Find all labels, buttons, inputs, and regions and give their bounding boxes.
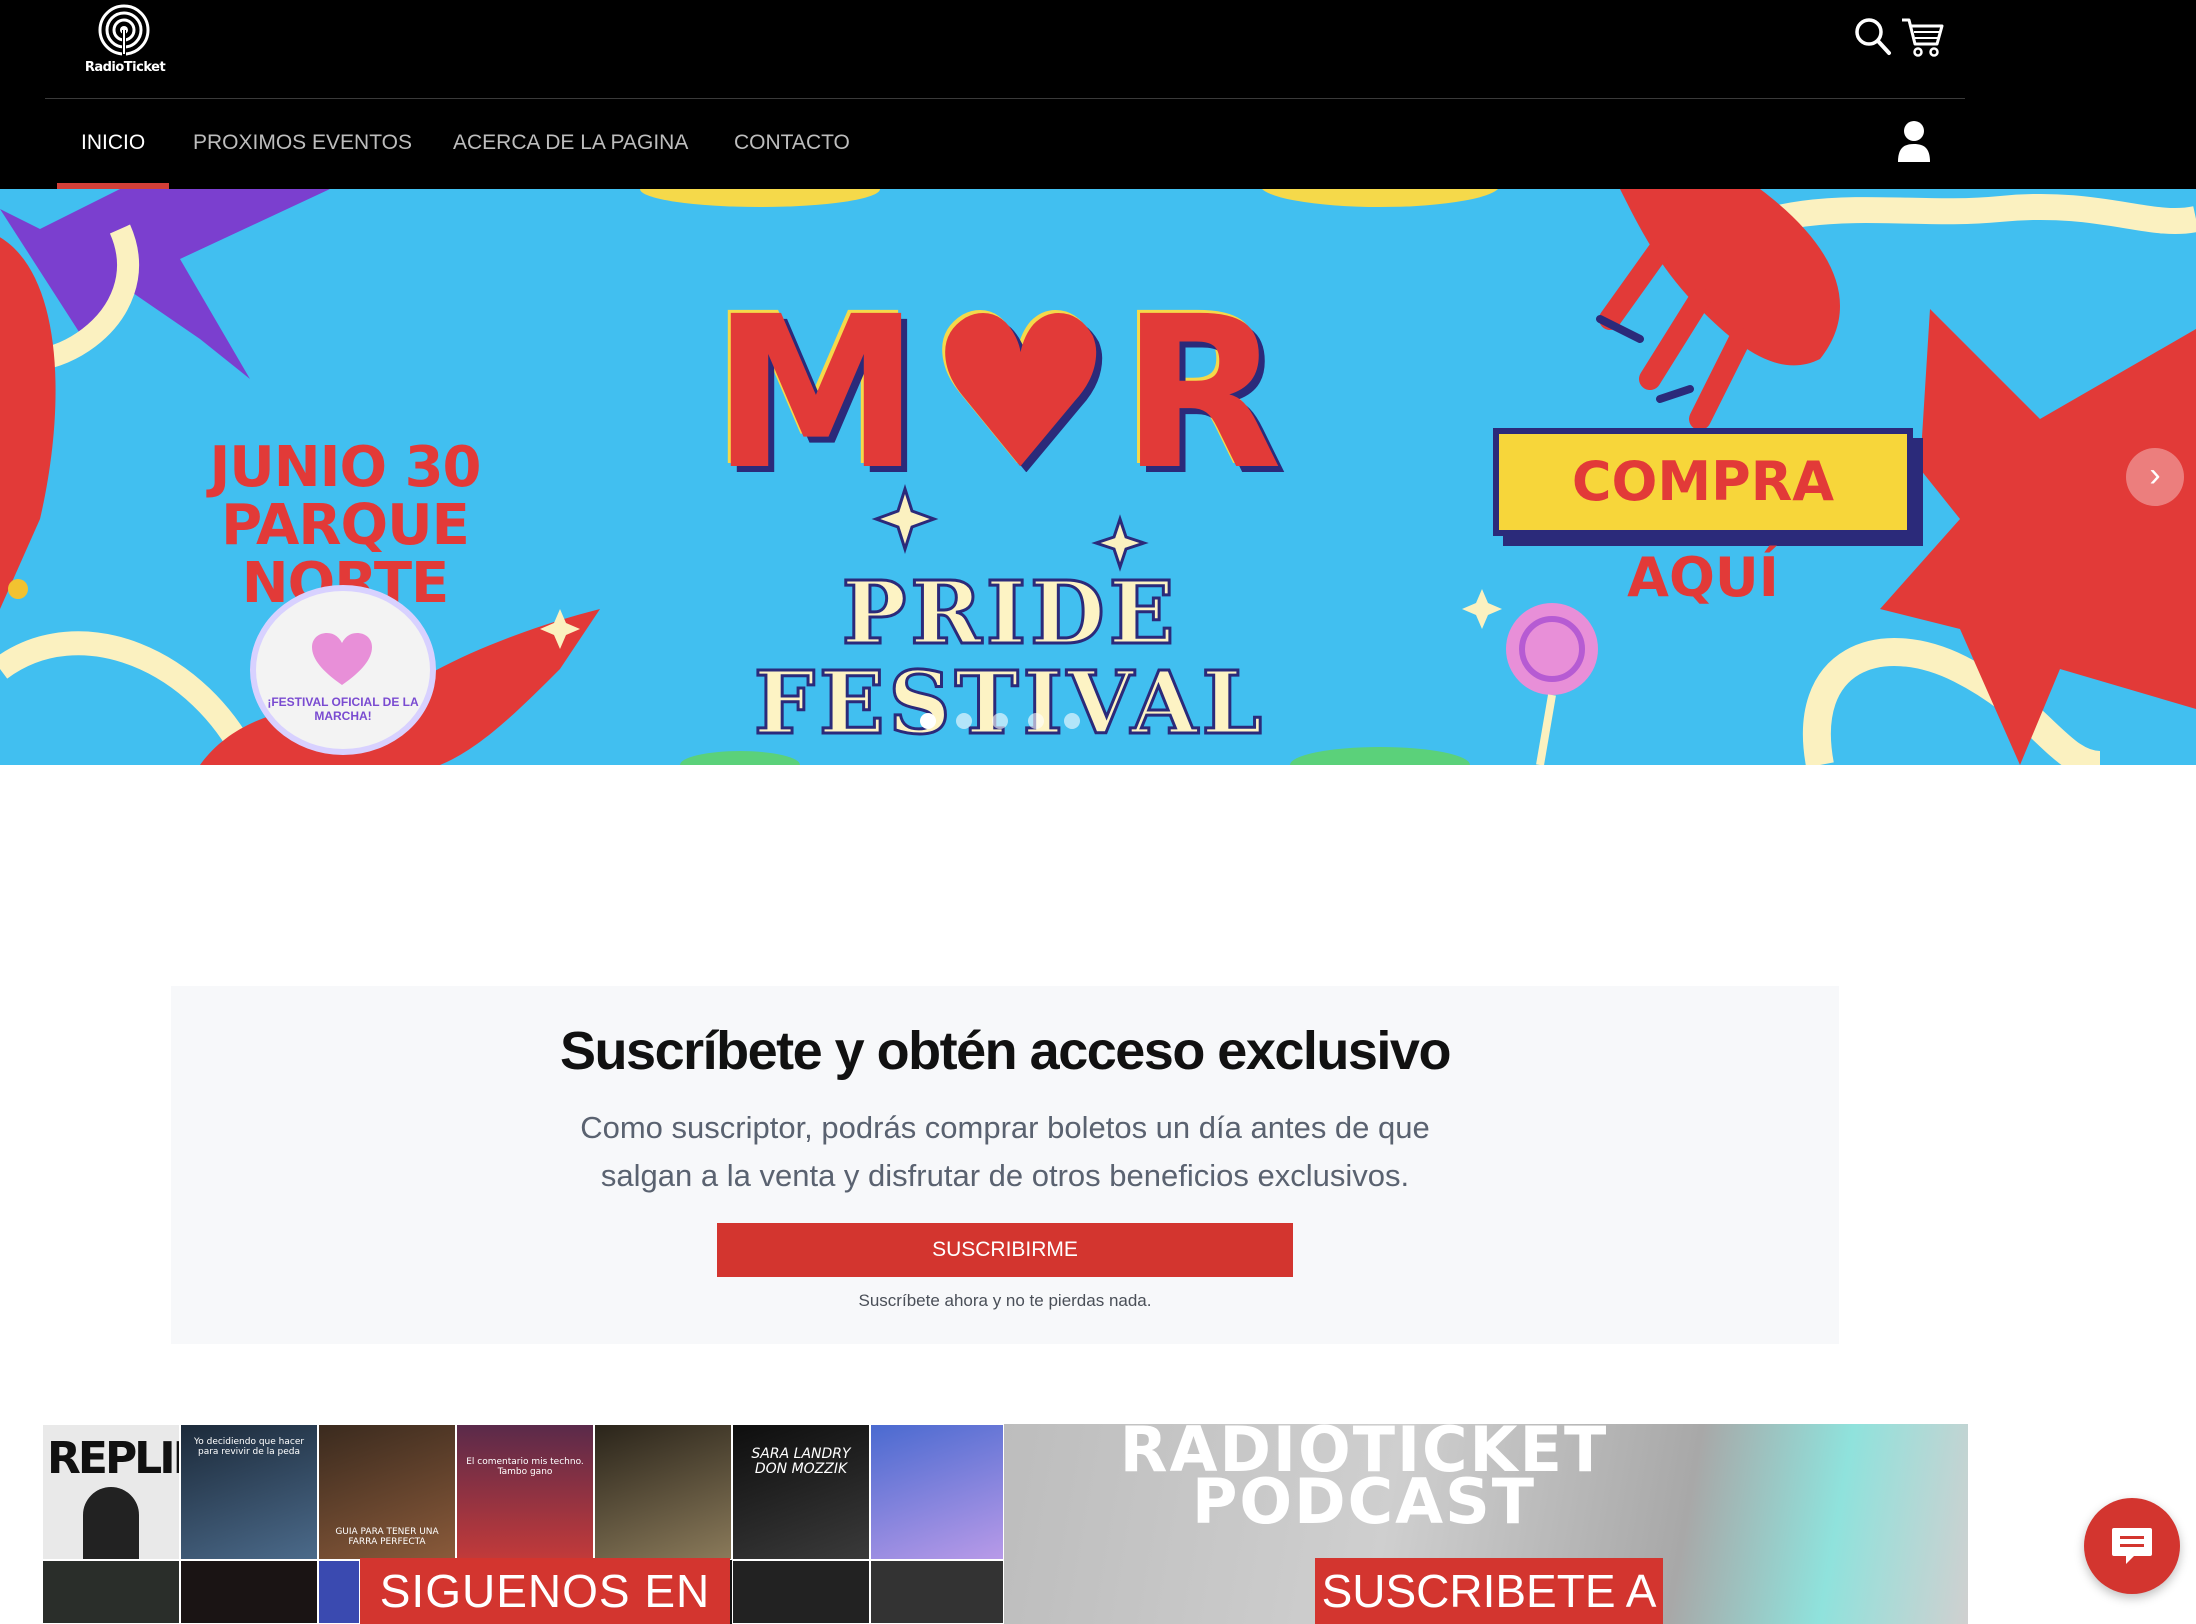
subscribe-section: Suscríbete y obtén acceso exclusivo Como…	[171, 986, 1839, 1344]
nav-item-contacto[interactable]: CONTACTO	[734, 99, 850, 189]
hero-carousel[interactable]: JUNIO 30 PARQUE NORTE M♥R PRIDE FESTIVAL…	[0, 189, 2196, 765]
official-festival-badge: ¡FESTIVAL OFICIAL DE LA MARCHA!	[250, 585, 436, 755]
cart-icon[interactable]	[1900, 16, 1944, 63]
nav-item-proximos-eventos[interactable]: PROXIMOS EVENTOS	[193, 99, 412, 189]
post-caption: SARA LANDRY DON MOZZIK	[751, 1446, 851, 1477]
podcast-subscribe-label[interactable]: SUSCRIBETE A	[1315, 1558, 1663, 1624]
instagram-post[interactable]	[180, 1560, 318, 1624]
instagram-post[interactable]	[870, 1424, 1004, 1560]
instagram-post[interactable]: GUIA PARA TENER UNA FARRA PERFECTA	[318, 1424, 456, 1560]
festival-subtitle: PRIDE FESTIVAL	[752, 563, 1267, 754]
nav-label: INICIO	[81, 131, 146, 154]
carousel-dot[interactable]	[1064, 713, 1080, 729]
nav-item-inicio[interactable]: INICIO	[57, 99, 169, 189]
post-caption: GUIA PARA TENER UNA FARRA PERFECTA	[335, 1527, 439, 1547]
subscribe-description: Como suscriptor, podrás comprar boletos …	[580, 1110, 1430, 1193]
subscribe-note: Suscríbete ahora y no te pierdas nada.	[858, 1291, 1152, 1310]
carousel-dot[interactable]	[956, 713, 972, 729]
buy-here-button[interactable]: COMPRA AQUÍ	[1493, 428, 1913, 609]
follow-us-label[interactable]: SIGUENOS EN	[360, 1558, 730, 1624]
carousel-dot[interactable]	[992, 713, 1008, 729]
instagram-post[interactable]	[42, 1560, 180, 1624]
instagram-post[interactable]	[732, 1560, 870, 1624]
nav-item-acerca[interactable]: ACERCA DE LA PAGINA	[453, 99, 688, 189]
chevron-right-icon: ›	[2149, 456, 2161, 494]
portrait-image	[83, 1487, 139, 1559]
site-header: RadioTicket INICIO PROXIMOS EVENTOS ACER…	[0, 0, 2196, 189]
podcast-title: RADIOTICKET PODCAST	[1044, 1424, 1684, 1533]
logo-text: RadioTicket	[84, 60, 166, 75]
chat-button[interactable]	[2084, 1498, 2180, 1594]
carousel-dot[interactable]	[920, 713, 936, 729]
heart-icon	[312, 633, 372, 687]
event-date-line: JUNIO 30	[209, 435, 481, 500]
post-caption: Yo decidiendo que hacer para revivir de …	[193, 1437, 305, 1457]
radioticket-logo[interactable]: RadioTicket	[80, 4, 170, 76]
instagram-post[interactable]: El comentario mis techno. Tambo gano	[456, 1424, 594, 1560]
festival-logo-title: M♥R	[711, 271, 1289, 516]
instagram-feed-panel[interactable]: REPLIK Yo decidiendo que hacer para revi…	[42, 1424, 1004, 1624]
user-icon[interactable]	[1896, 120, 1932, 169]
post-caption: REPLIK	[47, 1433, 179, 1484]
podcast-panel[interactable]: RADIOTICKET PODCAST SUSCRIBETE A	[1004, 1424, 1968, 1624]
instagram-post[interactable]: Yo decidiendo que hacer para revivir de …	[180, 1424, 318, 1560]
post-caption: El comentario mis techno. Tambo gano	[466, 1457, 584, 1477]
instagram-post[interactable]	[870, 1560, 1004, 1624]
search-icon[interactable]	[1854, 16, 1892, 61]
chat-icon	[2112, 1528, 2152, 1564]
instagram-post[interactable]	[594, 1424, 732, 1560]
badge-text: ¡FESTIVAL OFICIAL DE LA MARCHA!	[267, 695, 419, 723]
instagram-post[interactable]	[318, 1560, 360, 1624]
instagram-post[interactable]: SARA LANDRY DON MOZZIK	[732, 1424, 870, 1560]
carousel-dot[interactable]	[1028, 713, 1044, 729]
subscribe-title: Suscríbete y obtén acceso exclusivo	[560, 1021, 1451, 1081]
subscribe-button[interactable]: SUSCRIBIRME	[717, 1223, 1293, 1277]
instagram-post[interactable]: REPLIK	[42, 1424, 180, 1560]
radio-waves-icon	[98, 4, 150, 56]
carousel-next-button[interactable]: ›	[2126, 448, 2184, 506]
